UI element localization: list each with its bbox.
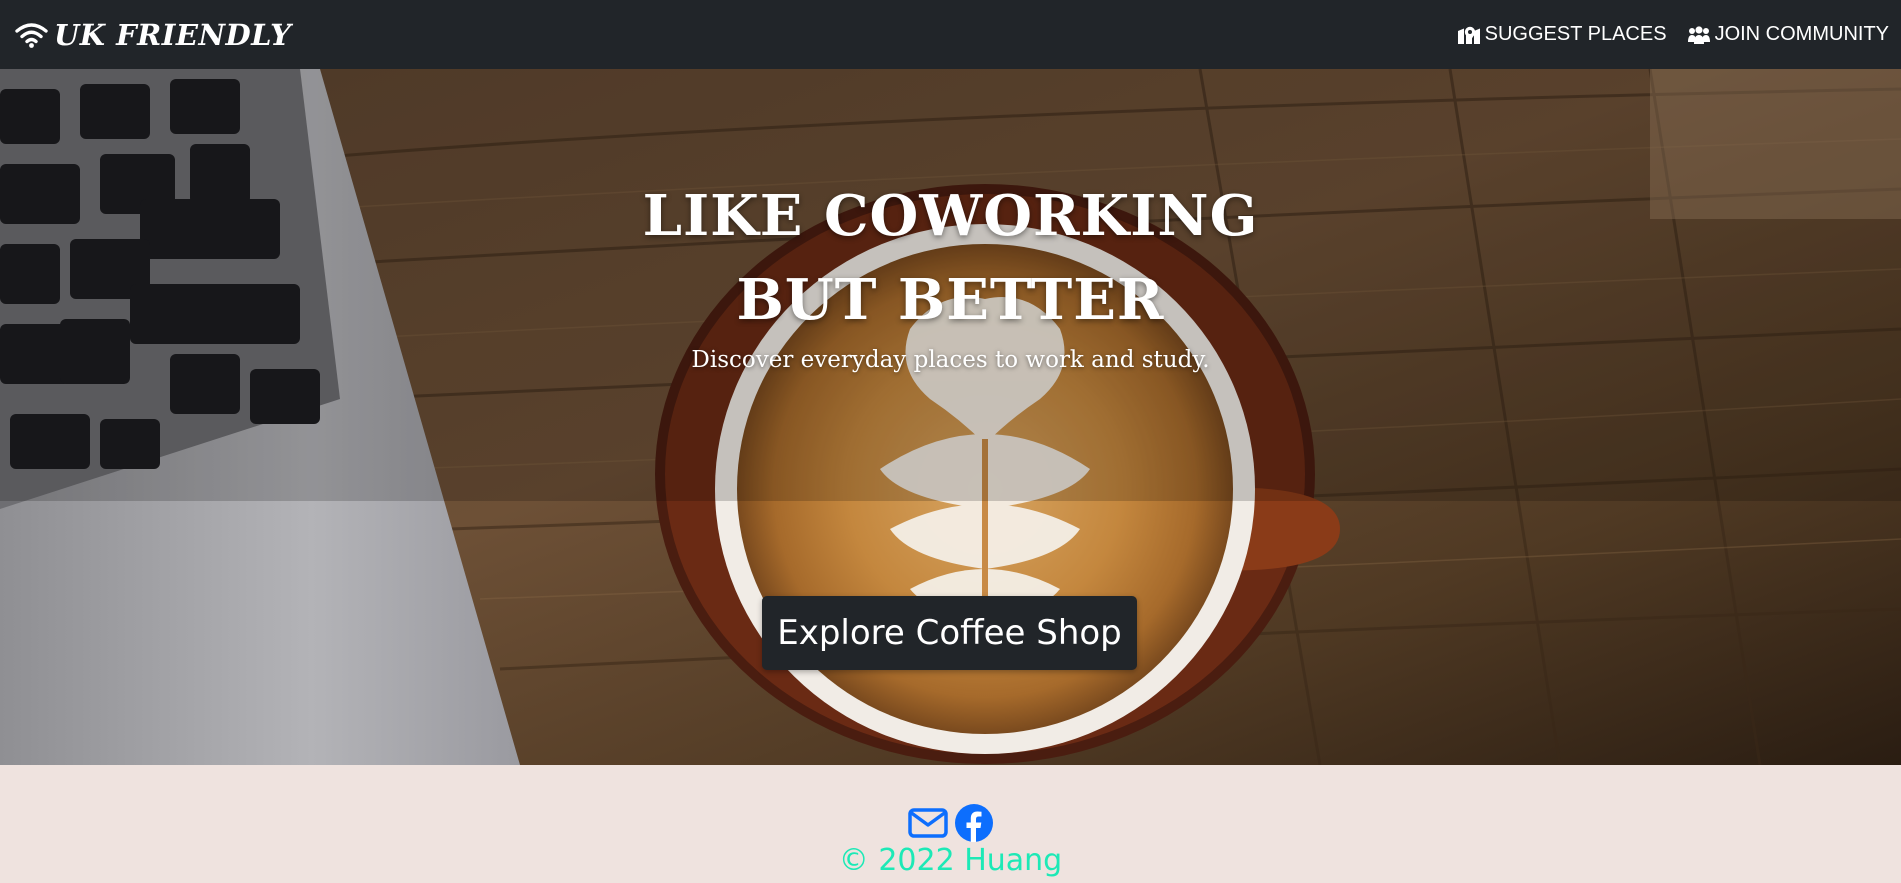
hero-section: LIKE COWORKING BUT BETTER Discover every…: [0, 69, 1901, 765]
social-links: [0, 803, 1901, 843]
nav-links: SUGGEST PLACES JOIN COMMUNITY: [1457, 23, 1889, 46]
hero-subtitle: Discover everyday places to work and stu…: [691, 347, 1210, 373]
hero-title-line-2: BUT BETTER: [736, 267, 1165, 333]
wifi-icon: [15, 21, 48, 48]
copyright-text: © 2022 Huang: [838, 843, 1063, 878]
nav-link-label: JOIN COMMUNITY: [1714, 23, 1889, 45]
envelope-icon[interactable]: [907, 803, 948, 843]
nav-link-join-community[interactable]: JOIN COMMUNITY: [1687, 23, 1889, 46]
navbar: UK FRIENDLY SUGGEST PLACES JOIN COMMUNIT…: [0, 0, 1901, 69]
facebook-icon[interactable]: [954, 803, 994, 843]
nav-link-suggest-places[interactable]: SUGGEST PLACES: [1457, 23, 1667, 46]
brand-link[interactable]: UK FRIENDLY: [15, 18, 291, 52]
explore-coffee-shop-button[interactable]: Explore Coffee Shop: [762, 596, 1137, 670]
brand-name: UK FRIENDLY: [54, 17, 292, 52]
footer: © 2022 Huang: [0, 765, 1901, 883]
hero-title: LIKE COWORKING BUT BETTER: [0, 174, 1901, 342]
people-group-icon: [1687, 25, 1711, 45]
nav-link-label: SUGGEST PLACES: [1484, 23, 1667, 45]
map-location-icon: [1457, 25, 1481, 45]
hero-title-line-1: LIKE COWORKING: [642, 183, 1259, 249]
